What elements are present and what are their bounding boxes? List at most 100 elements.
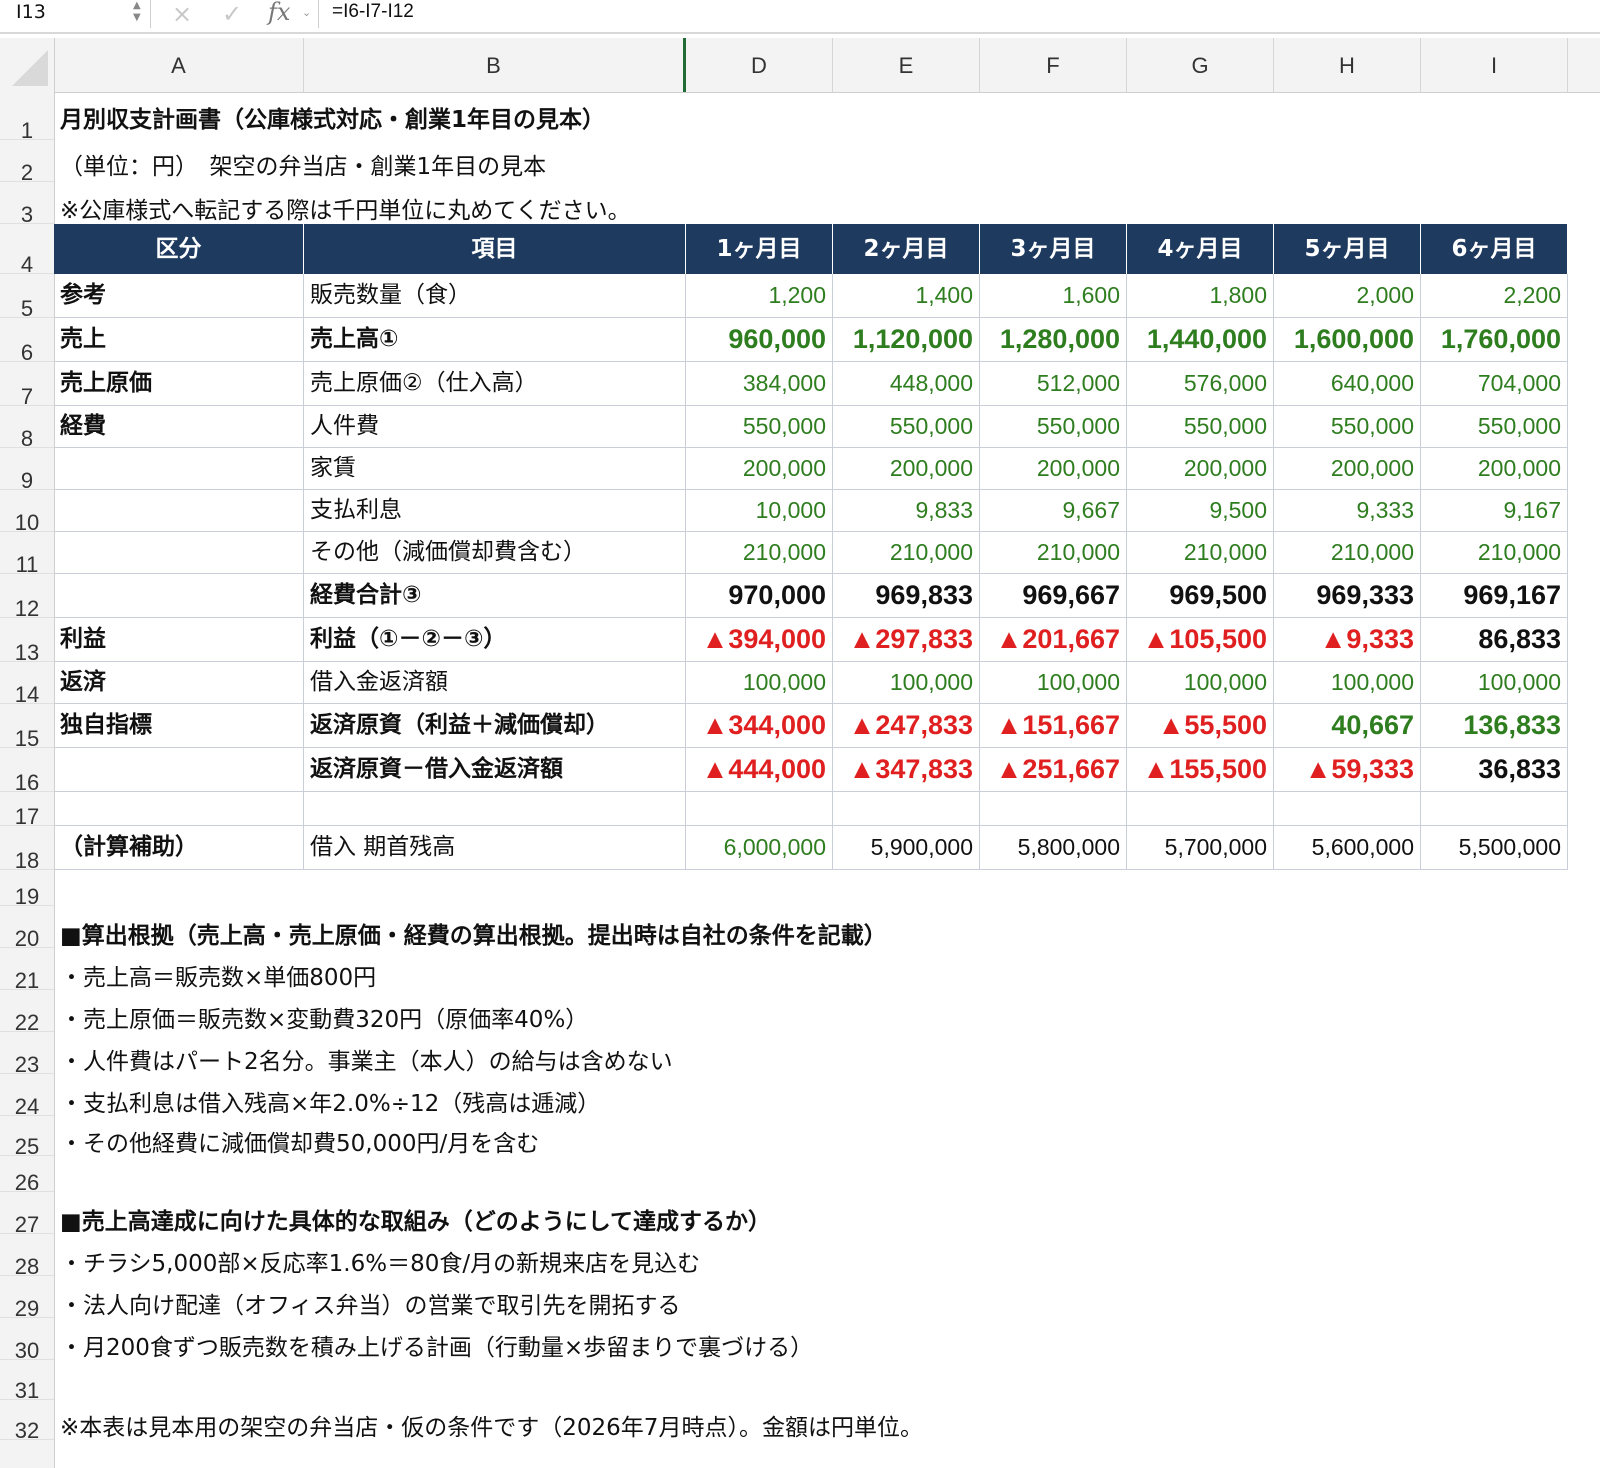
table-header-cell[interactable]: 区分	[54, 224, 304, 274]
insert-function-icon[interactable]: fx	[268, 0, 290, 26]
basis-heading[interactable]: ■算出根拠（売上高・売上原価・経費の算出根拠。提出時は自社の条件を記載）	[60, 916, 887, 950]
row-header-29[interactable]: 29	[0, 1276, 54, 1321]
select-all-corner[interactable]	[0, 38, 55, 92]
item-cell[interactable]	[304, 792, 686, 826]
value-cell[interactable]	[1274, 792, 1421, 826]
category-cell[interactable]	[54, 748, 304, 792]
value-cell[interactable]: 9,667	[980, 490, 1127, 532]
item-cell[interactable]: 返済原資（利益＋減価償却）	[304, 704, 686, 748]
category-cell[interactable]: 利益	[54, 618, 304, 662]
confirm-icon[interactable]: ✓	[222, 0, 242, 28]
item-cell[interactable]: 支払利息	[304, 490, 686, 532]
plan-item[interactable]: ・チラシ5,000部×反応率1.6%＝80食/月の新規来店を見込む	[60, 1244, 700, 1278]
value-cell[interactable]: 36,833	[1421, 748, 1568, 792]
value-cell[interactable]: ▲155,500	[1127, 748, 1274, 792]
chevron-down-icon[interactable]: ⌄	[302, 6, 311, 19]
value-cell[interactable]: 200,000	[1274, 448, 1421, 490]
row-header-26[interactable]: 26	[0, 1156, 54, 1195]
row-header-10[interactable]: 10	[0, 490, 54, 535]
row-header-27[interactable]: 27	[0, 1192, 54, 1237]
value-cell[interactable]: 86,833	[1421, 618, 1568, 662]
value-cell[interactable]: 5,600,000	[1274, 826, 1421, 870]
basis-item[interactable]: ・その他経費に減価償却費50,000円/月を含む	[60, 1124, 539, 1158]
value-cell[interactable]	[980, 792, 1127, 826]
value-cell[interactable]: ▲201,667	[980, 618, 1127, 662]
value-cell[interactable]: 210,000	[686, 532, 833, 574]
table-header-cell[interactable]: 2ヶ月目	[833, 224, 980, 274]
value-cell[interactable]: 9,333	[1274, 490, 1421, 532]
value-cell[interactable]: 448,000	[833, 362, 980, 406]
row-header-2[interactable]: 2	[0, 140, 54, 185]
value-cell[interactable]: 2,000	[1274, 274, 1421, 318]
plan-item[interactable]: ・法人向け配達（オフィス弁当）の営業で取引先を開拓する	[60, 1286, 681, 1320]
category-cell[interactable]	[54, 574, 304, 618]
value-cell[interactable]: 40,667	[1274, 704, 1421, 748]
value-cell[interactable]: 550,000	[686, 406, 833, 448]
row-header-9[interactable]: 9	[0, 448, 54, 493]
table-header-cell[interactable]: 5ヶ月目	[1274, 224, 1421, 274]
plan-item[interactable]: ・月200食ずつ販売数を積み上げる計画（行動量×歩留まりで裏づける）	[60, 1328, 813, 1362]
item-cell[interactable]: 借入 期首残高	[304, 826, 686, 870]
row-header-7[interactable]: 7	[0, 362, 54, 409]
value-cell[interactable]: 5,500,000	[1421, 826, 1568, 870]
row-header-20[interactable]: 20	[0, 906, 54, 951]
value-cell[interactable]: 512,000	[980, 362, 1127, 406]
value-cell[interactable]: 210,000	[980, 532, 1127, 574]
basis-item[interactable]: ・売上高＝販売数×単価800円	[60, 958, 376, 992]
basis-item[interactable]: ・売上原価＝販売数×変動費320円（原価率40%）	[60, 1000, 588, 1034]
value-cell[interactable]: 9,833	[833, 490, 980, 532]
value-cell[interactable]: 576,000	[1127, 362, 1274, 406]
value-cell[interactable]: 1,280,000	[980, 318, 1127, 362]
column-header-i[interactable]: I	[1421, 38, 1568, 92]
value-cell[interactable]: 210,000	[1127, 532, 1274, 574]
row-header-8[interactable]: 8	[0, 406, 54, 451]
value-cell[interactable]: 1,760,000	[1421, 318, 1568, 362]
name-box-stepper-icon[interactable]: ▲ ▼	[133, 0, 141, 24]
row-header-23[interactable]: 23	[0, 1032, 54, 1077]
row-header-30[interactable]: 30	[0, 1318, 54, 1363]
value-cell[interactable]: 5,700,000	[1127, 826, 1274, 870]
category-cell[interactable]: 参考	[54, 274, 304, 318]
row-header-11[interactable]: 11	[0, 532, 54, 577]
row-header-4[interactable]: 4	[0, 224, 54, 277]
basis-item[interactable]: ・支払利息は借入残高×年2.0%÷12（残高は逓減）	[60, 1084, 600, 1118]
category-cell[interactable]: 経費	[54, 406, 304, 448]
value-cell[interactable]: ▲297,833	[833, 618, 980, 662]
value-cell[interactable]: ▲251,667	[980, 748, 1127, 792]
value-cell[interactable]: 969,333	[1274, 574, 1421, 618]
row-header-14[interactable]: 14	[0, 662, 54, 707]
row-header-12[interactable]: 12	[0, 574, 54, 621]
value-cell[interactable]: 1,800	[1127, 274, 1274, 318]
column-header-b[interactable]: B	[304, 38, 686, 92]
value-cell[interactable]: 6,000,000	[686, 826, 833, 870]
value-cell[interactable]: 704,000	[1421, 362, 1568, 406]
value-cell[interactable]: 200,000	[686, 448, 833, 490]
item-cell[interactable]: 売上高①	[304, 318, 686, 362]
category-cell[interactable]: （計算補助）	[54, 826, 304, 870]
row-header-31[interactable]: 31	[0, 1360, 54, 1403]
row-header-18[interactable]: 18	[0, 826, 54, 873]
basis-item[interactable]: ・人件費はパート2名分。事業主（本人）の給与は含めない	[60, 1042, 673, 1076]
value-cell[interactable]: ▲105,500	[1127, 618, 1274, 662]
category-cell[interactable]	[54, 532, 304, 574]
item-cell[interactable]: 利益（①－②－③）	[304, 618, 686, 662]
category-cell[interactable]: 売上	[54, 318, 304, 362]
table-header-cell[interactable]: 4ヶ月目	[1127, 224, 1274, 274]
cancel-icon[interactable]: ×	[172, 0, 192, 28]
value-cell[interactable]: 9,167	[1421, 490, 1568, 532]
value-cell[interactable]: 210,000	[1421, 532, 1568, 574]
item-cell[interactable]: 家賃	[304, 448, 686, 490]
row-header-3[interactable]: 3	[0, 182, 54, 227]
column-header-e[interactable]: E	[833, 38, 980, 92]
table-header-cell[interactable]: 1ヶ月目	[686, 224, 833, 274]
value-cell[interactable]: 969,500	[1127, 574, 1274, 618]
value-cell[interactable]: 550,000	[980, 406, 1127, 448]
value-cell[interactable]: 100,000	[1274, 662, 1421, 704]
value-cell[interactable]: 5,900,000	[833, 826, 980, 870]
row-header-21[interactable]: 21	[0, 948, 54, 993]
value-cell[interactable]: 1,200	[686, 274, 833, 318]
item-cell[interactable]: 返済原資－借入金返済額	[304, 748, 686, 792]
value-cell[interactable]: 200,000	[1421, 448, 1568, 490]
row-header-32[interactable]: 32	[0, 1400, 54, 1443]
row-header-15[interactable]: 15	[0, 704, 54, 751]
